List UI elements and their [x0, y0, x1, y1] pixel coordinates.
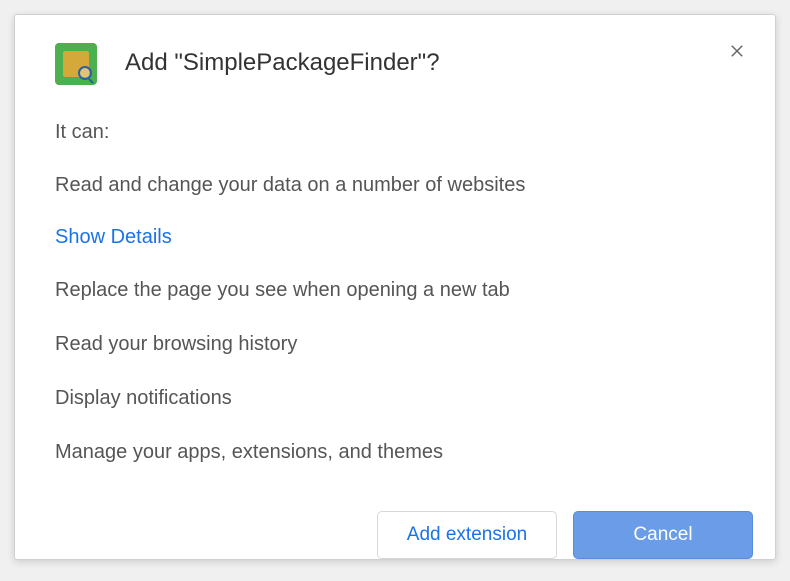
permission-item: Manage your apps, extensions, and themes [55, 439, 735, 465]
permissions-intro: It can: [55, 121, 735, 144]
dialog-header: Add "SimplePackageFinder"? [15, 15, 775, 85]
extension-install-dialog: Add "SimplePackageFinder"? It can: Read … [14, 14, 776, 560]
add-extension-button[interactable]: Add extension [377, 511, 557, 559]
close-button[interactable] [725, 39, 749, 63]
dialog-title: Add "SimplePackageFinder"? [125, 43, 440, 77]
dialog-body: It can: Read and change your data on a n… [15, 85, 775, 493]
close-icon [728, 42, 746, 60]
permission-item: Display notifications [55, 385, 735, 411]
permission-item: Replace the page you see when opening a … [55, 277, 735, 303]
cancel-button[interactable]: Cancel [573, 511, 753, 559]
extension-icon [55, 43, 97, 85]
permission-item: Read your browsing history [55, 331, 735, 357]
show-details-link[interactable]: Show Details [55, 226, 172, 249]
dialog-footer: Add extension Cancel [15, 493, 775, 581]
permission-item: Read and change your data on a number of… [55, 172, 735, 198]
